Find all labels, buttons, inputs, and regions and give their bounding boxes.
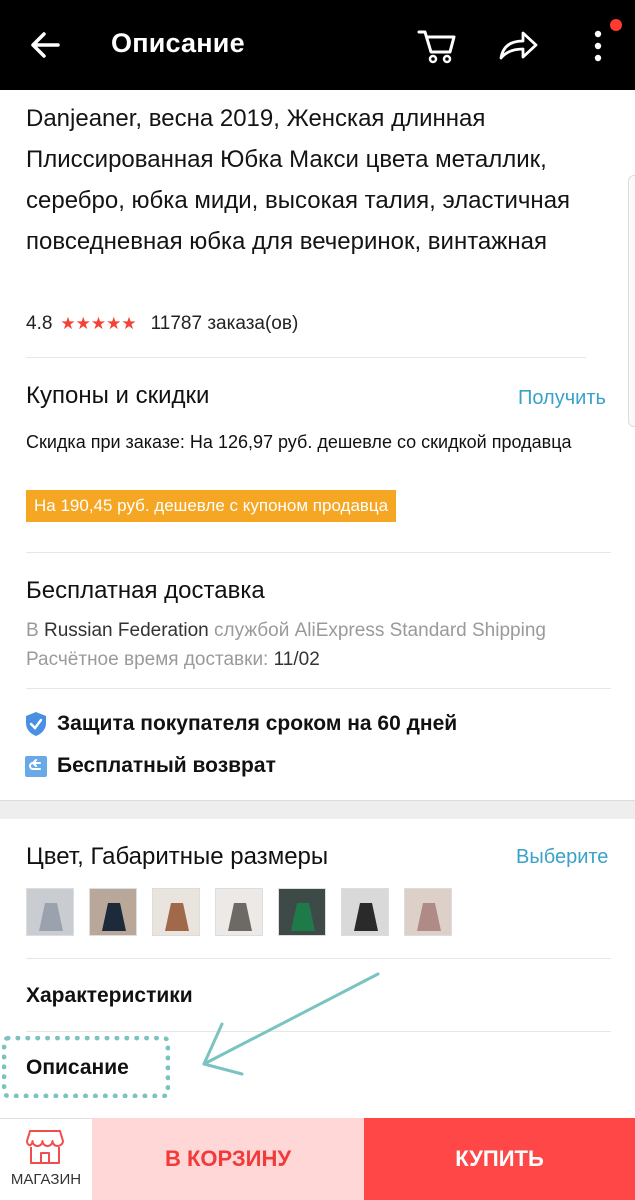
free-return-label: Бесплатный возврат xyxy=(57,754,276,777)
divider xyxy=(26,688,611,689)
shipping-title[interactable]: Бесплатная доставка xyxy=(26,577,265,605)
variant-thumbnail[interactable] xyxy=(278,888,326,936)
notification-dot xyxy=(610,19,622,31)
rating-stars-icon: ★★★★★ xyxy=(60,314,137,333)
rating-value: 4.8 xyxy=(26,313,53,334)
variant-thumbnail[interactable] xyxy=(152,888,200,936)
select-variant-link[interactable]: Выберите xyxy=(516,846,608,869)
bottom-action-bar: МАГАЗИН В КОРЗИНУ КУПИТЬ xyxy=(0,1118,635,1200)
shop-label: МАГАЗИН xyxy=(10,1171,82,1188)
store-icon xyxy=(26,1130,64,1164)
add-to-cart-button[interactable]: В КОРЗИНУ xyxy=(92,1118,364,1200)
section-separator xyxy=(0,800,635,819)
orders-count: 11787 заказа(ов) xyxy=(150,313,299,334)
variant-thumbnails xyxy=(26,888,467,936)
share-icon[interactable] xyxy=(497,28,539,64)
shop-button[interactable]: МАГАЗИН xyxy=(0,1118,92,1200)
variant-thumbnail[interactable] xyxy=(215,888,263,936)
variant-thumbnail[interactable] xyxy=(404,888,452,936)
divider xyxy=(26,958,611,959)
product-title: Danjeaner, весна 2019, Женская длинная П… xyxy=(26,105,571,255)
eta-value: 11/02 xyxy=(273,649,320,670)
variant-thumbnail[interactable] xyxy=(26,888,74,936)
top-app-bar: Описание xyxy=(0,0,635,90)
variant-thumbnail[interactable] xyxy=(341,888,389,936)
coupons-title: Купоны и скидки xyxy=(26,382,210,409)
specs-row[interactable]: Характеристики xyxy=(26,984,193,1008)
annotation-arrow-icon xyxy=(202,972,380,1076)
rating-row: 4.8 ★★★★★ 11787 заказа(ов) xyxy=(26,313,298,335)
buy-now-button[interactable]: КУПИТЬ xyxy=(364,1118,635,1200)
divider xyxy=(26,357,586,358)
page-title: Описание xyxy=(111,28,245,58)
shipping-country: Russian Federation xyxy=(43,620,209,641)
free-return-row[interactable]: Бесплатный возврат xyxy=(24,753,276,779)
shipping-info: В Russian Federation службой AliExpress … xyxy=(26,616,606,674)
variants-title: Цвет, Габаритные размеры xyxy=(26,843,329,870)
eta-label: Расчётное время доставки: xyxy=(26,649,269,670)
buyer-protection-row[interactable]: Защита покупателя сроком на 60 дней xyxy=(24,711,457,737)
divider xyxy=(26,552,611,553)
coupon-badge[interactable]: На 190,45 руб. дешевле с купоном продавц… xyxy=(26,490,397,522)
buyer-protection-label: Защита покупателя сроком на 60 дней xyxy=(57,712,458,735)
variant-thumbnail[interactable] xyxy=(89,888,137,936)
return-box-icon xyxy=(25,756,47,777)
shipping-prefix: В xyxy=(26,620,39,641)
cart-icon[interactable] xyxy=(416,26,458,66)
arrow-left-icon[interactable] xyxy=(28,28,62,62)
get-coupon-link[interactable]: Получить xyxy=(518,387,606,410)
scroll-indicator xyxy=(628,175,635,427)
annotation-highlight-box xyxy=(2,1036,170,1098)
more-vertical-icon[interactable] xyxy=(588,28,608,64)
shield-icon xyxy=(26,712,46,736)
discount-text: Скидка при заказе: На 126,97 руб. дешевл… xyxy=(26,432,572,452)
shipping-service: службой AliExpress Standard Shipping xyxy=(214,620,546,641)
